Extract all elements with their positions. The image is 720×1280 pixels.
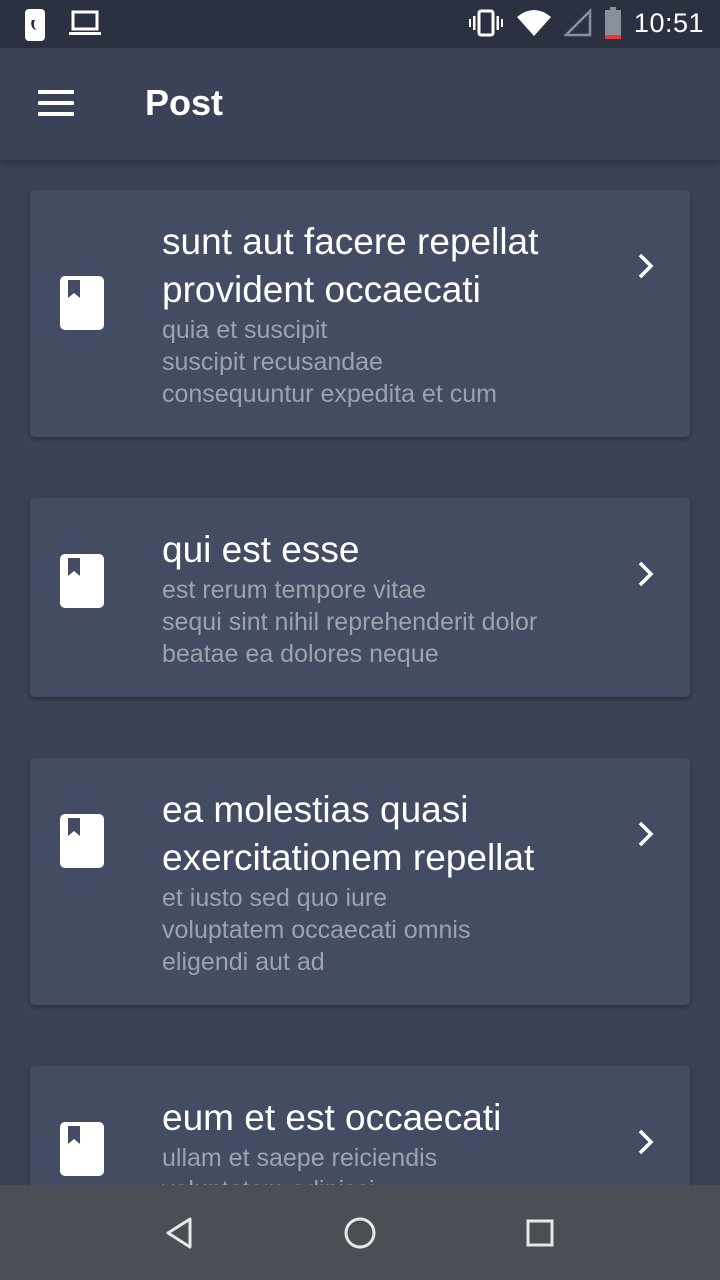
post-card[interactable]: eum et est occaecati ullam et saepe reic…: [30, 1066, 690, 1185]
book-icon: [60, 554, 104, 608]
book-icon: [60, 276, 104, 330]
post-body: et iusto sed quo iure voluptatem occaeca…: [162, 884, 471, 976]
signal-icon: [563, 8, 592, 37]
post-card[interactable]: sunt aut facere repellat provident occae…: [30, 190, 690, 437]
post-body: ullam et saepe reiciendis voluptatem adi…: [162, 1144, 438, 1185]
post-title: eum et est occaecati: [162, 1097, 502, 1138]
app-bar: Post: [0, 48, 720, 160]
post-card[interactable]: qui est esse est rerum tempore vitae seq…: [30, 498, 690, 697]
post-texts: eum et est occaecati ullam et saepe reic…: [162, 1094, 602, 1185]
page-title: Post: [145, 82, 224, 123]
chevron-right-icon: [638, 1129, 654, 1155]
book-icon: [60, 1122, 104, 1176]
post-title: qui est esse: [162, 529, 360, 570]
phone-wallpaper-icon: [25, 9, 45, 41]
battery-icon: [604, 7, 621, 39]
post-texts: qui est esse est rerum tempore vitae seq…: [162, 526, 602, 670]
chevron-right-icon: [638, 253, 654, 279]
post-texts: ea molestias quasi exercitationem repell…: [162, 786, 602, 978]
navigation-bar: [0, 1185, 720, 1280]
home-icon[interactable]: [340, 1213, 380, 1253]
clock: 10:51: [633, 7, 704, 38]
post-body: est rerum tempore vitae sequi sint nihil…: [162, 576, 538, 668]
back-icon[interactable]: [160, 1213, 200, 1253]
recents-icon[interactable]: [520, 1213, 560, 1253]
wifi-icon: [516, 10, 551, 36]
status-bar: 10:51: [0, 0, 720, 48]
laptop-icon: [69, 10, 101, 35]
post-list[interactable]: sunt aut facere repellat provident occae…: [0, 160, 720, 1185]
post-body: quia et suscipit suscipit recusandae con…: [162, 316, 497, 408]
post-card[interactable]: ea molestias quasi exercitationem repell…: [30, 758, 690, 1005]
vibrate-icon: [468, 9, 503, 37]
post-texts: sunt aut facere repellat provident occae…: [162, 218, 602, 410]
hamburger-menu-icon[interactable]: [38, 90, 74, 118]
chevron-right-icon: [638, 821, 654, 847]
book-icon: [60, 814, 104, 868]
post-title: sunt aut facere repellat provident occae…: [162, 221, 539, 310]
post-title: ea molestias quasi exercitationem repell…: [162, 789, 535, 878]
chevron-right-icon: [638, 561, 654, 587]
